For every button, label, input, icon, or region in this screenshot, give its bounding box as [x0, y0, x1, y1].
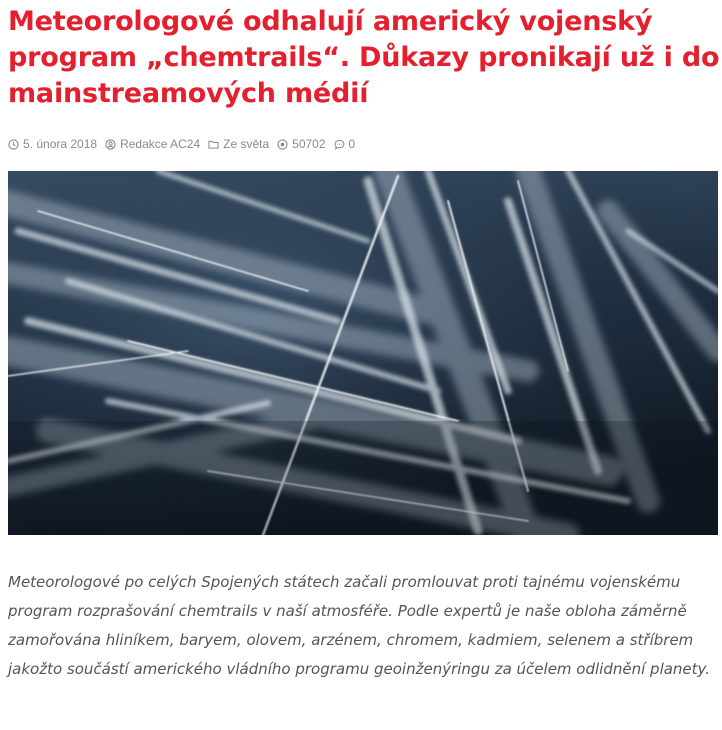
meta-category-link[interactable]: Ze světa: [223, 137, 269, 151]
meta-author-link[interactable]: Redakce AC24: [120, 137, 200, 151]
meta-date-text: 5. února 2018: [23, 137, 98, 151]
clock-icon: [8, 138, 19, 150]
meta-category[interactable]: Ze světa: [208, 137, 269, 151]
meta-views-count: 50702: [292, 137, 326, 151]
meta-views: 50702: [277, 137, 326, 151]
eye-icon: [277, 138, 288, 150]
article-title: Meteorologové odhalují americký vojenský…: [8, 6, 720, 109]
folder-icon: [208, 140, 219, 149]
comment-icon: [334, 139, 344, 150]
chemtrails-sky-image: [8, 171, 718, 535]
meta-author[interactable]: Redakce AC24: [105, 137, 200, 151]
article-lede: Meteorologové po celých Spojených státec…: [8, 573, 711, 678]
article-meta: 5. února 2018 Redakce AC24 Ze světa 5070…: [8, 135, 363, 153]
meta-comments-count: 0: [348, 137, 356, 151]
meta-date: 5. února 2018: [8, 137, 97, 151]
meta-comments[interactable]: 0: [334, 137, 356, 151]
user-icon: [105, 138, 116, 150]
article-image: [8, 171, 718, 535]
